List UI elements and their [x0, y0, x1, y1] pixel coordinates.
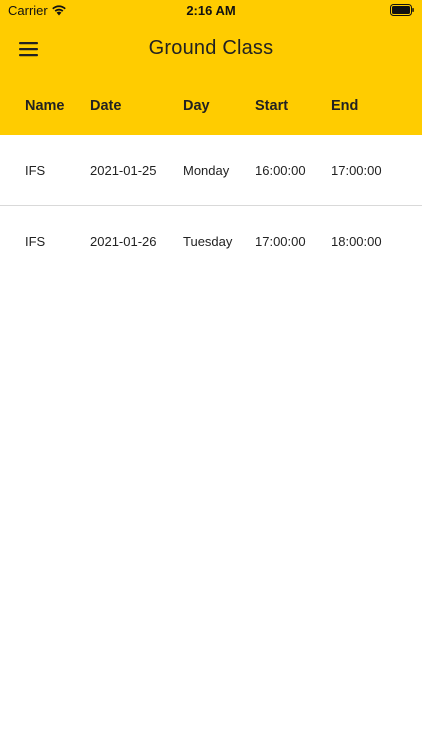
cell-end: 18:00:00 [331, 234, 382, 249]
status-time: 2:16 AM [186, 3, 236, 18]
cell-date: 2021-01-26 [90, 234, 157, 249]
cell-name: IFS [25, 163, 46, 178]
column-header-date: Date [90, 98, 122, 114]
table-row[interactable]: IFS 2021-01-26 Tuesday 17:00:00 18:00:00 [0, 206, 422, 277]
cell-name: IFS [25, 234, 46, 249]
battery-icon [390, 4, 414, 16]
cell-end: 17:00:00 [331, 163, 382, 178]
column-header-name: Name [25, 98, 65, 114]
table-row[interactable]: IFS 2021-01-25 Monday 16:00:00 17:00:00 [0, 135, 422, 206]
column-header-end: End [331, 98, 359, 114]
column-header-day: Day [183, 98, 210, 114]
page-title: Ground Class [148, 37, 274, 59]
column-header-start: Start [255, 98, 289, 114]
status-bar: Carrier 2:16 AM [0, 0, 422, 22]
cell-start: 17:00:00 [255, 234, 306, 249]
cell-day: Monday [183, 163, 230, 178]
app-header: Carrier 2:16 AM Ground Class Name Date D… [0, 0, 422, 135]
cell-date: 2021-01-25 [90, 163, 157, 178]
cell-start: 16:00:00 [255, 163, 306, 178]
cell-day: Tuesday [183, 234, 233, 249]
